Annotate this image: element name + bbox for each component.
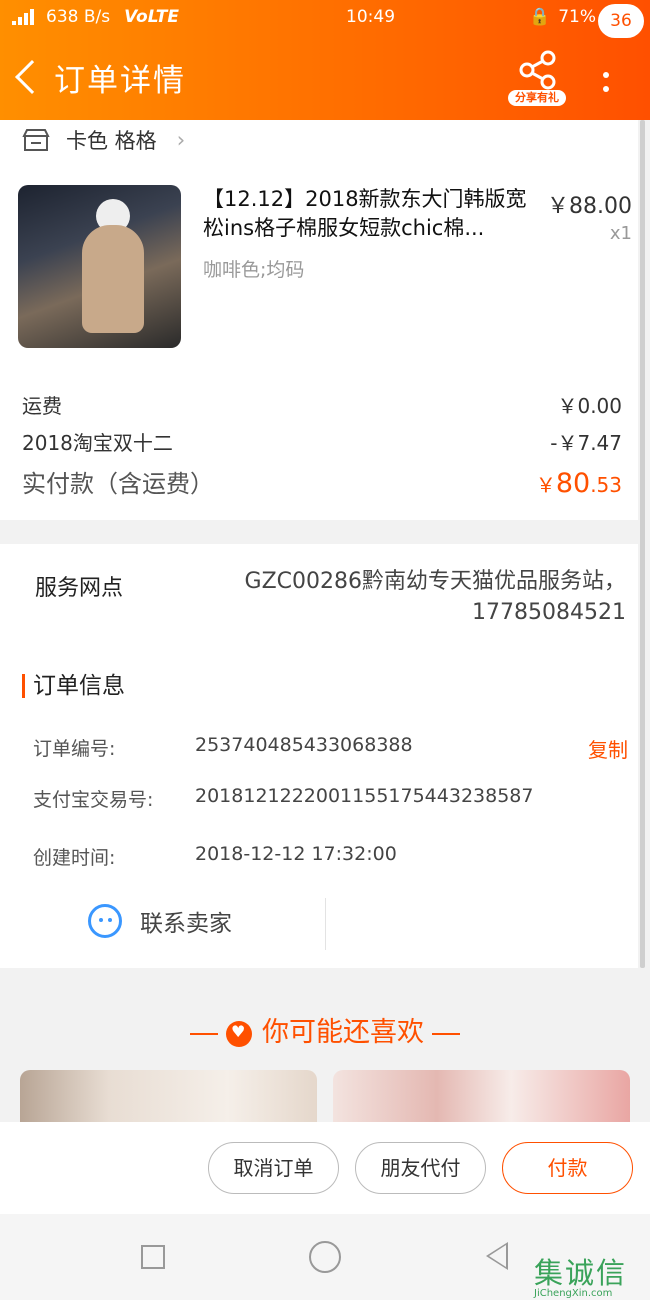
order-info-title: 订单信息: [22, 674, 125, 698]
page-title: 订单详情: [54, 62, 186, 99]
action-bar: 取消订单 朋友代付 付款: [0, 1122, 650, 1214]
chat-icon: [88, 904, 122, 938]
product-spec: 咖啡色;均码: [203, 259, 305, 281]
network-speed: 638 B/s: [46, 7, 111, 27]
shipping-row: 运费 ￥0.00: [22, 390, 622, 419]
product-image: [18, 185, 181, 348]
order-number-value: 253740485433068388: [195, 734, 413, 756]
battery-percent: 71%: [558, 7, 596, 27]
discount-row: 2018淘宝双十二 -￥7.47: [22, 427, 622, 456]
alipay-value: 2018121222001155175443238587: [195, 785, 534, 807]
store-icon: [22, 129, 50, 151]
nav-bar: 订单详情 分享有礼: [0, 34, 650, 120]
total-label: 实付款（含运费）: [22, 470, 214, 498]
share-label: 分享有礼: [508, 90, 566, 106]
product-price: ￥88.00: [547, 194, 632, 219]
contact-seller-label: 联系卖家: [140, 911, 232, 937]
back-arrow-icon[interactable]: [15, 60, 49, 94]
cancel-order-button[interactable]: 取消订单: [208, 1142, 339, 1194]
copy-button[interactable]: 复制: [588, 734, 628, 763]
total-amount: ￥80.53: [535, 468, 622, 499]
message-badge[interactable]: 36: [598, 4, 644, 38]
heart-icon: [226, 1020, 252, 1047]
watermark: 集诚信 JiChengXin.com: [534, 1256, 628, 1299]
divider: [325, 898, 326, 950]
product-quantity: x1: [609, 223, 632, 244]
header: 638 B/s VoLTE 10:49 🔒 71% 订单详情 分享有礼 36: [0, 0, 650, 120]
home-icon[interactable]: [309, 1241, 341, 1273]
discount-label: 2018淘宝双十二: [22, 431, 173, 455]
recent-apps-icon[interactable]: [141, 1245, 165, 1269]
service-label: 服务网点: [35, 576, 124, 601]
product-item[interactable]: 【12.12】2018新款东大门韩版宽松ins格子棉服女短款chic棉... 咖…: [18, 185, 638, 350]
alipay-label: 支付宝交易号:: [33, 789, 154, 811]
discount-value: -￥7.47: [550, 431, 622, 455]
share-icon: [519, 50, 556, 90]
back-icon[interactable]: [486, 1242, 508, 1270]
total-row: 实付款（含运费） ￥80.53: [22, 464, 622, 499]
contact-seller-button[interactable]: 联系卖家: [88, 904, 232, 938]
signal-icon: [12, 9, 40, 25]
order-number-label: 订单编号:: [33, 738, 116, 760]
shipping-value: ￥0.00: [557, 394, 622, 418]
created-label: 创建时间:: [33, 847, 116, 869]
scrollbar[interactable]: [640, 120, 645, 968]
shop-row[interactable]: 卡色 格格 ›: [0, 120, 638, 160]
status-bar: 638 B/s VoLTE 10:49 🔒 71%: [0, 0, 650, 34]
created-value: 2018-12-12 17:32:00: [195, 843, 397, 865]
chevron-right-icon: ›: [176, 128, 186, 152]
volte-label: VoLTE: [124, 7, 179, 27]
friend-pay-button[interactable]: 朋友代付: [355, 1142, 486, 1194]
product-title: 【12.12】2018新款东大门韩版宽松ins格子棉服女短款chic棉...: [203, 187, 527, 240]
recommend-item[interactable]: [20, 1070, 317, 1122]
share-button[interactable]: 分享有礼: [508, 48, 566, 106]
order-card: 卡色 格格 › 【12.12】2018新款东大门韩版宽松ins格子棉服女短款ch…: [0, 120, 638, 520]
pay-button[interactable]: 付款: [502, 1142, 633, 1194]
more-menu-icon[interactable]: [600, 72, 612, 112]
rotation-lock-icon: 🔒: [529, 7, 551, 27]
shipping-label: 运费: [22, 394, 62, 418]
order-info-card: 服务网点 GZC00286黔南幼专天猫优品服务站，17785084521 订单信…: [0, 544, 638, 968]
clock: 10:49: [346, 7, 396, 27]
recommend-item[interactable]: [333, 1070, 630, 1122]
recommend-title: 你可能还喜欢: [0, 1010, 650, 1049]
shop-name: 卡色 格格: [66, 129, 157, 153]
service-value: GZC00286黔南幼专天猫优品服务站，17785084521: [244, 569, 626, 625]
